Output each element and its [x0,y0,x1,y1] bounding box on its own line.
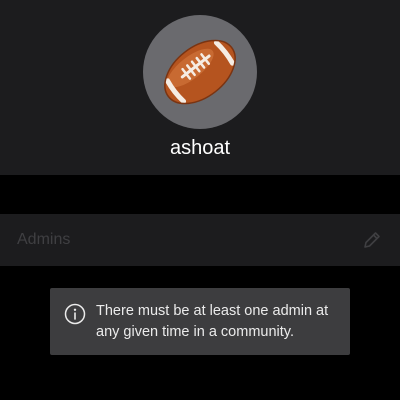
info-toast: There must be at least one admin at any … [50,288,350,355]
user-profile-screen: ashoat Admins There must be at least one… [0,0,400,400]
american-football-icon [164,39,236,105]
toast-message: There must be at least one admin at any … [96,303,329,340]
username: ashoat [169,137,231,159]
role-label: Admins [17,231,71,248]
profile-header: ashoat [0,0,400,175]
avatar [143,15,257,129]
admins-role-row: Admins [0,214,400,266]
info-circle-icon [64,303,86,325]
pencil-icon[interactable] [362,230,382,250]
